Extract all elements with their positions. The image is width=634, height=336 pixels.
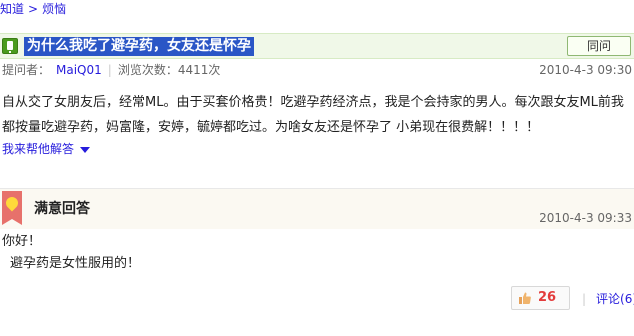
same-question-button[interactable]: 同问 <box>567 36 631 56</box>
comments-label[interactable]: 评论(6) <box>596 292 634 306</box>
best-answer: 满意回答 2010-4-3 09:33 你好！ 避孕药是女性服用的！ 26 | 评… <box>0 188 634 336</box>
help-answer-label[interactable]: 我来帮他解答 <box>2 142 74 156</box>
question-title: 为什么我吃了避孕药，女友还是怀孕 <box>24 37 254 56</box>
breadcrumb-root-link[interactable]: 知道 <box>0 2 24 16</box>
chevron-down-icon[interactable] <box>80 146 91 153</box>
badge-icon <box>3 194 21 212</box>
breadcrumb-category-link[interactable]: 烦恼 <box>42 2 66 16</box>
view-count: 浏览次数：4411次 <box>117 63 221 77</box>
asker-link[interactable]: MaiQ01 <box>56 63 102 77</box>
thumbs-up-icon[interactable] <box>519 292 531 304</box>
breadcrumb: 知道 > 烦恼 <box>0 0 634 20</box>
breadcrumb-separator: > <box>28 2 39 16</box>
question-body: 自从交了女朋友后，经常ML。由于买套价格贵！吃避孕药经济点，我是个会持家的男人。… <box>2 95 624 135</box>
vote-count: 26 <box>538 290 557 305</box>
answer-title: 满意回答 <box>34 201 90 217</box>
question-meta: 提问者： MaiQ01 | 浏览次数：4411次 2010-4-3 09:30 <box>2 62 634 78</box>
question-date: 2010-4-3 09:30 <box>539 63 632 77</box>
help-answer-link[interactable]: 我来帮他解答 <box>2 141 91 157</box>
question-header: 为什么我吃了避孕药，女友还是怀孕 同问 <box>0 33 634 59</box>
answer-line: 避孕药是女性服用的！ <box>10 256 141 271</box>
comment-divider: | <box>582 292 587 306</box>
answer-body: 你好！ 避孕药是女性服用的！ <box>2 231 632 275</box>
comments-link[interactable]: | 评论(6) <box>582 291 634 307</box>
answer-date: 2010-4-3 09:33 <box>539 211 632 225</box>
meta-divider: | <box>107 63 112 77</box>
answer-line: 你好！ <box>2 234 42 249</box>
upvote-button[interactable]: 26 <box>511 286 570 310</box>
question-icon <box>2 38 18 54</box>
answer-header: 满意回答 2010-4-3 09:33 <box>0 189 634 229</box>
asker-label: 提问者： <box>2 63 51 77</box>
best-answer-ribbon-icon <box>2 191 22 225</box>
